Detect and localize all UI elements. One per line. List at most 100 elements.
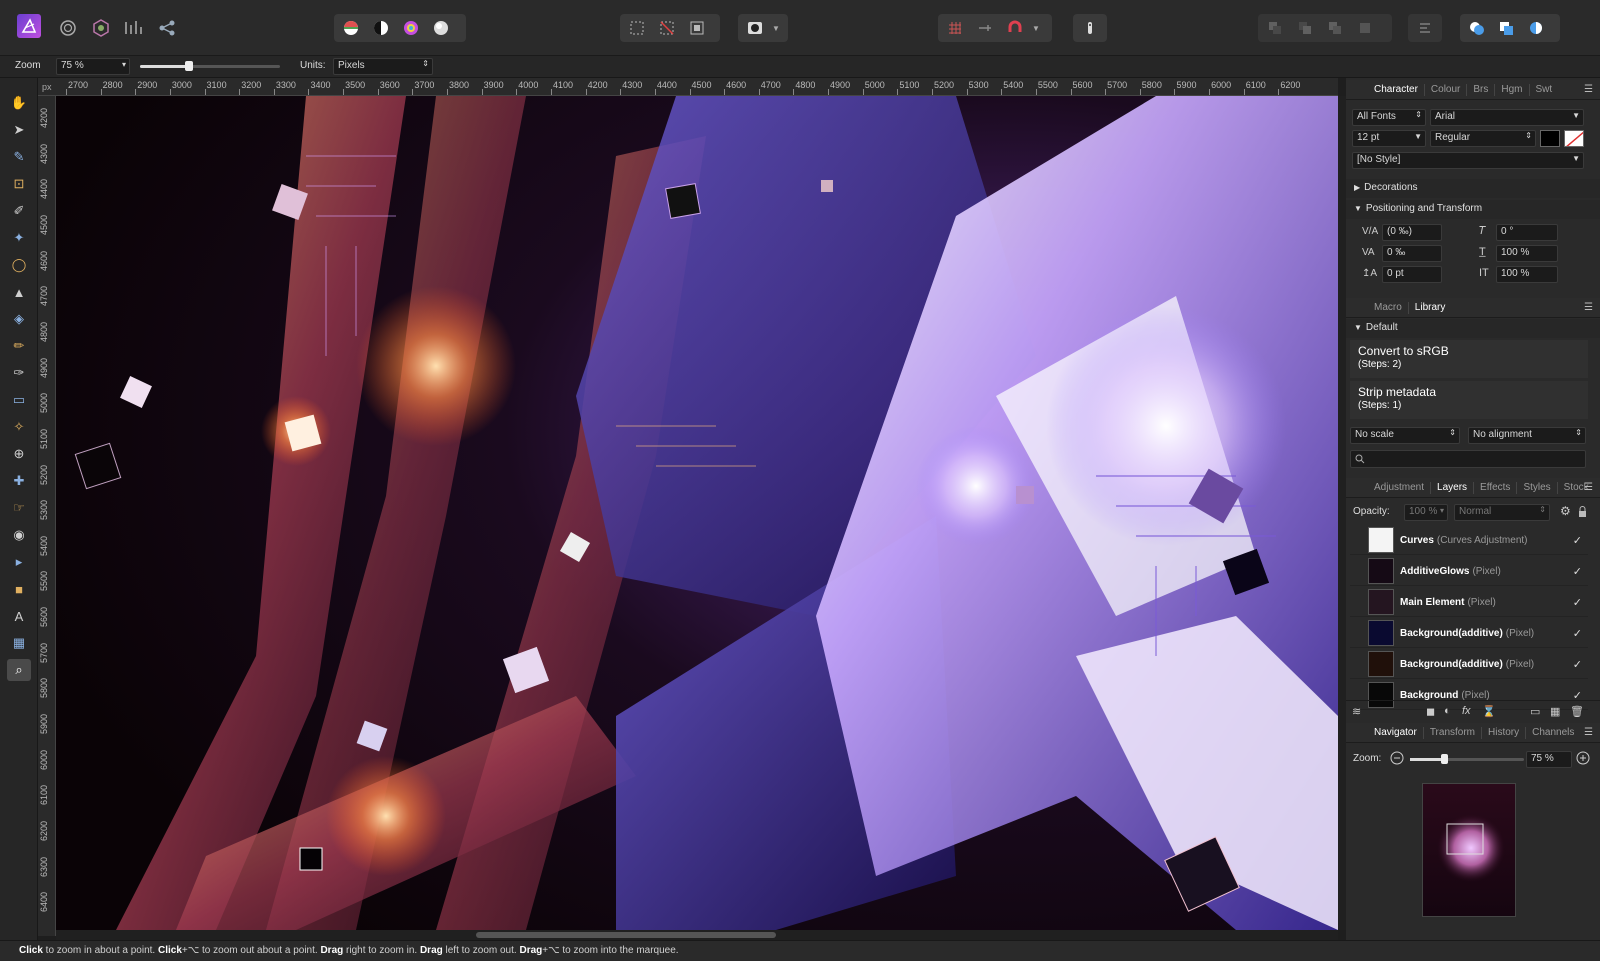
tab-adjustment[interactable]: Adjustment (1368, 481, 1432, 494)
chevron-down-icon[interactable]: ▼ (1572, 154, 1580, 163)
artistic-text-tool-icon[interactable]: A (7, 605, 31, 627)
chevron-down-icon[interactable]: ▼ (1572, 111, 1580, 120)
boolean-add-icon[interactable] (1464, 17, 1490, 39)
visibility-checkbox[interactable]: ✓ (1573, 658, 1582, 671)
horizontal-ruler[interactable]: px 2700 2800 2900 3000 3100 3200 3300 3400 3500 3… (38, 78, 1338, 96)
layer-row[interactable]: Curves (Curves Adjustment) ✓ (1350, 526, 1588, 555)
positioning-field[interactable]: 100 % (1496, 266, 1558, 283)
mask-icon[interactable]: ◼ (1426, 705, 1435, 718)
tab-character[interactable]: Character (1368, 83, 1425, 96)
arrange-icon[interactable] (1322, 17, 1348, 39)
navigator-zoom-field[interactable]: 75 % (1526, 751, 1572, 768)
tab-colour[interactable]: Colour (1425, 83, 1468, 96)
layer-row[interactable]: Main Element (Pixel) ✓ (1350, 588, 1588, 617)
auto-levels-icon[interactable] (338, 17, 364, 39)
default-category[interactable]: ▼ Default (1346, 319, 1600, 338)
visibility-checkbox[interactable]: ✓ (1573, 627, 1582, 640)
layer-row[interactable]: Background(additive) (Pixel) ✓ (1350, 650, 1588, 679)
navigator-preview[interactable] (1422, 783, 1516, 917)
trash-icon[interactable]: 🗑 (1570, 705, 1584, 718)
group-icon[interactable]: ▭ (1530, 705, 1540, 718)
tab-channels[interactable]: Channels (1526, 727, 1580, 739)
live-filter-icon[interactable]: ⌛ (1482, 705, 1496, 718)
grid-icon[interactable] (942, 17, 968, 39)
macro-item[interactable]: Convert to sRGB (Steps: 2) (1350, 340, 1588, 378)
pixel-layer-icon[interactable]: ▦ (1550, 705, 1560, 718)
auto-white-balance-icon[interactable] (428, 17, 454, 39)
visibility-checkbox[interactable]: ✓ (1573, 534, 1582, 547)
rectangle-tool-icon[interactable]: ■ (7, 578, 31, 600)
positioning-section[interactable]: ▼ Positioning and Transform (1346, 200, 1600, 219)
gradient-tool-icon[interactable]: ◈ (7, 308, 31, 330)
decorations-section[interactable]: ▶ Decorations (1346, 179, 1600, 198)
fx-icon[interactable]: fx (1462, 705, 1471, 717)
clone-brush-tool-icon[interactable]: ⊕ (7, 443, 31, 465)
layer-row[interactable]: Background(additive) (Pixel) ✓ (1350, 619, 1588, 648)
font-family-select[interactable]: Arial ▼ (1430, 109, 1584, 126)
chevron-down-icon[interactable]: ▾ (122, 60, 126, 69)
crop-tool-icon[interactable]: ⊡ (7, 173, 31, 195)
panel-menu-icon[interactable]: ☰ (1584, 84, 1596, 95)
arrange-icon[interactable] (1292, 17, 1318, 39)
color-picker-tool-icon[interactable]: ✎ (7, 146, 31, 168)
export-persona-icon[interactable] (154, 16, 180, 40)
blemish-removal-tool-icon[interactable]: ✚ (7, 470, 31, 492)
move-tool-icon[interactable]: ➤ (7, 119, 31, 141)
boolean-subtract-icon[interactable] (1494, 17, 1520, 39)
select-all-icon[interactable] (624, 17, 650, 39)
hand-tool-icon[interactable]: ✋ (7, 92, 31, 114)
font-style-select[interactable]: Regular ⇕ (1430, 130, 1536, 147)
dodge-brush-tool-icon[interactable]: ✧ (7, 416, 31, 438)
photo-persona-icon[interactable] (55, 16, 81, 40)
chevron-down-icon[interactable]: ▼ (772, 24, 780, 33)
liquify-persona-icon[interactable] (88, 16, 114, 40)
text-stroke-swatch[interactable] (1564, 130, 1584, 147)
zoom-slider[interactable] (140, 61, 280, 71)
arrange-icon[interactable] (1352, 17, 1378, 39)
tab-effects[interactable]: Effects (1474, 481, 1518, 494)
zoom-in-icon[interactable] (1576, 751, 1590, 765)
positioning-field[interactable]: 0 pt (1382, 266, 1442, 283)
align-icon[interactable] (972, 17, 998, 39)
quick-mask-icon[interactable] (742, 17, 768, 39)
macro-search-input[interactable] (1350, 450, 1586, 468)
tab-styles[interactable]: Styles (1517, 481, 1558, 494)
visibility-checkbox[interactable]: ✓ (1573, 596, 1582, 609)
zoom-field[interactable]: 75 % ▾ (56, 58, 130, 75)
tab-navigator[interactable]: Navigator (1368, 726, 1424, 739)
auto-contrast-icon[interactable] (368, 17, 394, 39)
paragraph-style-select[interactable]: [No Style] ▼ (1352, 152, 1584, 169)
navigator-zoom-slider[interactable] (1410, 754, 1524, 764)
panel-menu-icon[interactable]: ☰ (1584, 302, 1596, 313)
zoom-tool-icon[interactable]: ⌕ (7, 659, 31, 681)
vertical-ruler[interactable]: 4200 4300 4400 4500 4600 4700 4800 4900 5000 5100… (38, 96, 56, 936)
horizontal-scrollbar[interactable] (56, 930, 1338, 940)
tab-macro[interactable]: Macro (1368, 301, 1409, 314)
font-collection-select[interactable]: All Fonts ⇕ (1352, 109, 1426, 126)
scale-select[interactable]: No scale ⇕ (1350, 427, 1460, 444)
alignment-select[interactable]: No alignment ⇕ (1468, 427, 1586, 444)
font-size-field[interactable]: 12 pt ▼ (1352, 130, 1426, 147)
adjustment-icon[interactable]: ◐ (1444, 705, 1451, 717)
flood-select-tool-icon[interactable]: ✦ (7, 227, 31, 249)
zoom-out-icon[interactable] (1390, 751, 1404, 765)
tab-library[interactable]: Library (1409, 302, 1452, 314)
invert-selection-icon[interactable] (684, 17, 710, 39)
assistant-icon[interactable] (1077, 17, 1103, 39)
node-tool-icon[interactable]: ▸ (7, 551, 31, 573)
marquee-tool-icon[interactable]: ◯ (7, 254, 31, 276)
tone-mapping-persona-icon[interactable] (121, 16, 147, 40)
navigator-slider-knob[interactable] (1441, 754, 1449, 764)
chevron-down-icon[interactable]: ▾ (1440, 506, 1444, 515)
paint-brush-tool-icon[interactable]: ✏ (7, 335, 31, 357)
positioning-field[interactable]: (0 ‰) (1382, 224, 1442, 241)
snapping-magnet-icon[interactable] (1002, 17, 1028, 39)
chevron-down-icon[interactable]: ▼ (1032, 24, 1040, 33)
scroll-thumb[interactable] (476, 932, 776, 938)
auto-colours-icon[interactable] (398, 17, 424, 39)
tab-brs[interactable]: Brs (1467, 83, 1496, 96)
vertical-scrollbar[interactable] (1338, 96, 1346, 930)
boolean-intersect-icon[interactable] (1524, 17, 1550, 39)
chevron-down-icon[interactable]: ▼ (1414, 132, 1422, 141)
positioning-field[interactable]: 0 ° (1496, 224, 1558, 241)
